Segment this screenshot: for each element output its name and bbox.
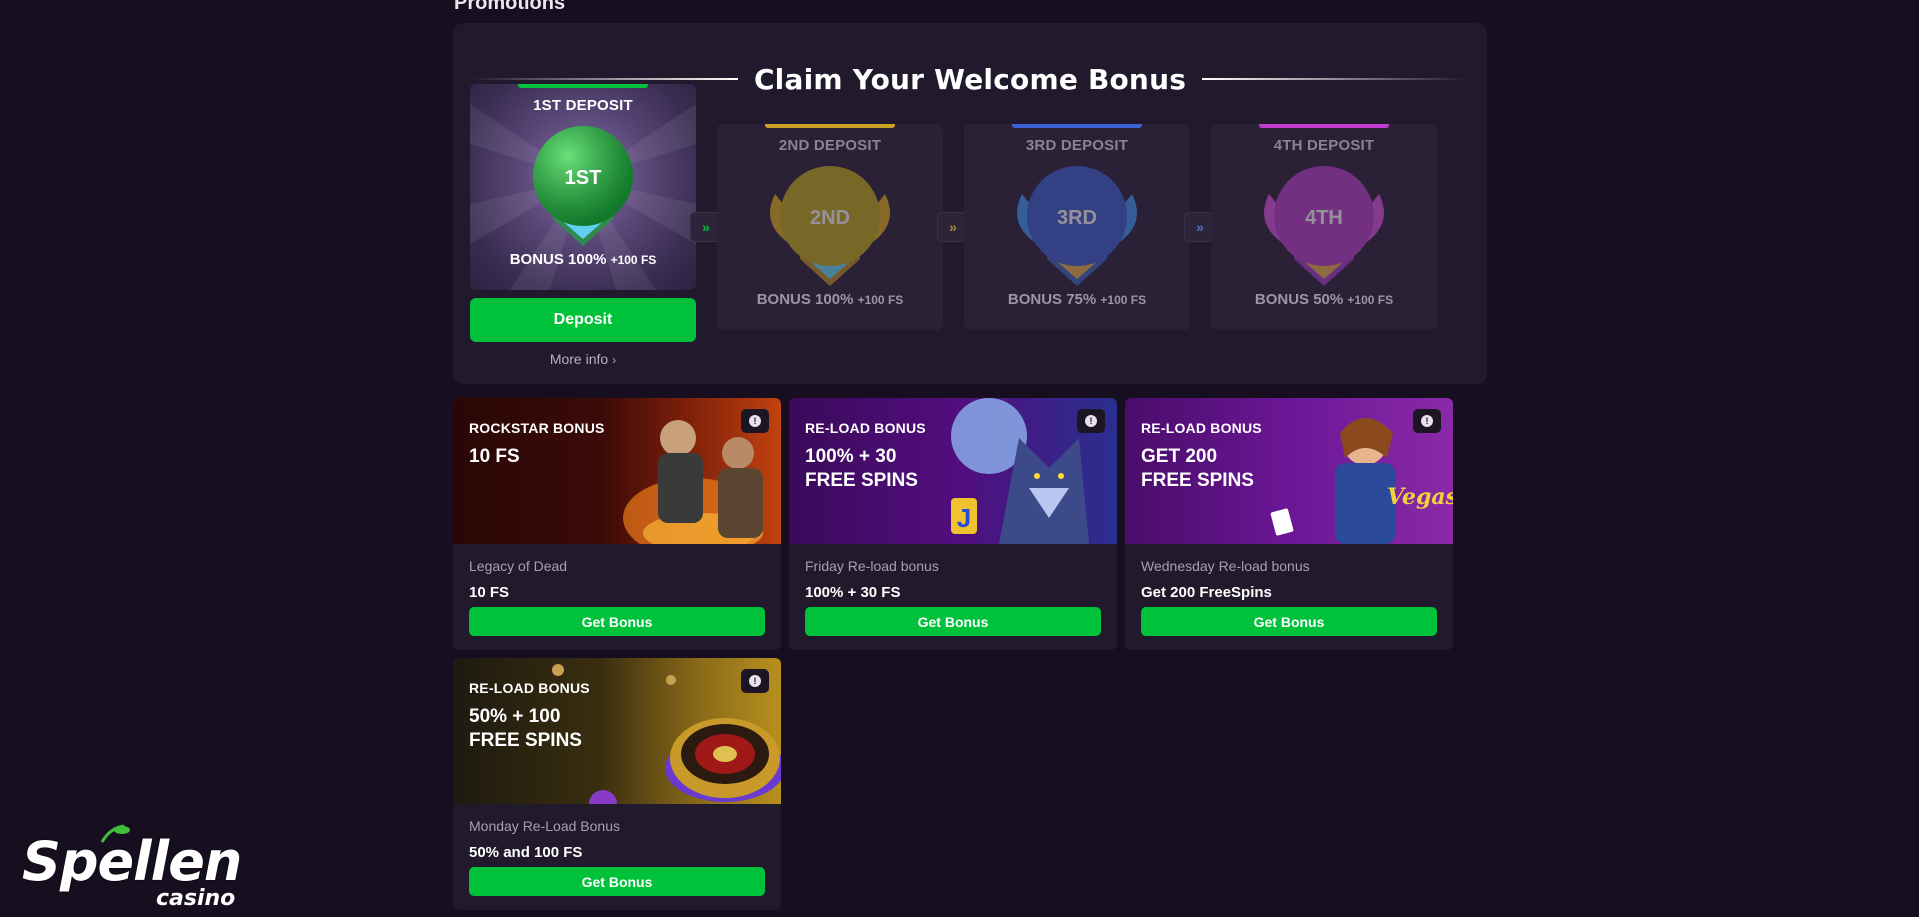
deposit-bonus-text: BONUS 100% +100 FS bbox=[470, 251, 696, 268]
deposit-badge-4th-icon: 4TH bbox=[1264, 166, 1384, 286]
banner-kicker: ROCKSTAR BONUS bbox=[469, 420, 605, 436]
promo-game-name: Legacy of Dead bbox=[469, 558, 568, 574]
promo-amount: 100% + 30 FS bbox=[805, 584, 901, 601]
spellen-casino-logo: Spellen casino bbox=[22, 824, 242, 911]
badge-text: 2ND bbox=[810, 207, 850, 229]
promo-card: J RE-LOAD BONUS 100% + 30 FREE SPINS ! F… bbox=[789, 398, 1117, 650]
badge-text: 3RD bbox=[1057, 207, 1097, 229]
deposit-card-1[interactable]: 1ST DEPOSIT 1ST BONUS 100% +100 FS bbox=[470, 84, 696, 290]
deposit-bonus-text: BONUS 100% +100 FS bbox=[717, 291, 943, 308]
get-bonus-button[interactable]: Get Bonus bbox=[1141, 607, 1437, 636]
deposit-accent-bar bbox=[765, 124, 895, 128]
logo-word: Spellen bbox=[22, 830, 242, 893]
promo-banner-image: J RE-LOAD BONUS 100% + 30 FREE SPINS ! bbox=[789, 398, 1117, 544]
deposit-bonus-text: BONUS 50% +100 FS bbox=[1211, 291, 1437, 308]
info-icon: ! bbox=[1421, 415, 1433, 427]
promo-card: RE-LOAD BONUS 50% + 100 FREE SPINS ! Mon… bbox=[453, 658, 781, 910]
promo-amount: Get 200 FreeSpins bbox=[1141, 584, 1272, 601]
deposit-card-4[interactable]: 4TH DEPOSIT 4TH BONUS 50% +100 FS bbox=[1211, 124, 1437, 330]
get-bonus-button[interactable]: Get Bonus bbox=[469, 607, 765, 636]
deposit-label: 4TH DEPOSIT bbox=[1273, 137, 1375, 154]
bonus-fs: +100 FS bbox=[610, 253, 657, 267]
deposit-button[interactable]: Deposit bbox=[470, 298, 696, 342]
deposit-label: 2ND DEPOSIT bbox=[778, 137, 882, 154]
promo-game-name: Monday Re-Load Bonus bbox=[469, 818, 620, 834]
badge-text: 4TH bbox=[1305, 207, 1343, 229]
deposit-badge-1st-icon: 1ST bbox=[533, 126, 633, 246]
divider-line bbox=[1202, 78, 1470, 80]
deposit-card-2[interactable]: 2ND DEPOSIT 2ND BONUS 100% +100 FS bbox=[717, 124, 943, 330]
banner-headline: 50% + 100 FREE SPINS bbox=[469, 706, 582, 751]
promo-amount: 50% and 100 FS bbox=[469, 844, 583, 861]
promo-card: ROCKSTAR BONUS 10 FS ! Legacy of Dead 10… bbox=[453, 398, 781, 650]
info-button[interactable]: ! bbox=[1413, 409, 1441, 433]
bonus-percent: BONUS 100% bbox=[756, 291, 854, 308]
info-button[interactable]: ! bbox=[1077, 409, 1105, 433]
divider-line bbox=[471, 78, 738, 80]
deposit-badge-3rd-icon: 3RD bbox=[1017, 166, 1137, 286]
deposit-card-3[interactable]: 3RD DEPOSIT 3RD BONUS 75% +100 FS bbox=[964, 124, 1190, 330]
promo-card: Vegas Magic RE-LOAD BONUS GET 200 FREE S… bbox=[1125, 398, 1453, 650]
info-icon: ! bbox=[749, 675, 761, 687]
bonus-percent: BONUS 50% bbox=[1254, 291, 1344, 308]
promo-banner-image: ROCKSTAR BONUS 10 FS ! bbox=[453, 398, 781, 544]
page-title: Promotions bbox=[454, 0, 566, 14]
banner-kicker: RE-LOAD BONUS bbox=[469, 680, 590, 696]
banner-headline: 100% + 30 FREE SPINS bbox=[805, 446, 918, 491]
welcome-title: Claim Your Welcome Bonus bbox=[753, 62, 1187, 96]
deposit-bonus-text: BONUS 75% +100 FS bbox=[964, 291, 1190, 308]
promo-banner-image: Vegas Magic RE-LOAD BONUS GET 200 FREE S… bbox=[1125, 398, 1453, 544]
bonus-percent: BONUS 75% bbox=[1007, 291, 1097, 308]
banner-kicker: RE-LOAD BONUS bbox=[1141, 420, 1262, 436]
info-button[interactable]: ! bbox=[741, 409, 769, 433]
info-button[interactable]: ! bbox=[741, 669, 769, 693]
deposit-label: 3RD DEPOSIT bbox=[1025, 137, 1129, 154]
art-j-letter: J bbox=[957, 503, 971, 533]
info-icon: ! bbox=[749, 415, 761, 427]
more-info-label: More info bbox=[549, 351, 609, 367]
bonus-fs: +100 FS bbox=[1347, 293, 1394, 307]
deposit-accent-bar bbox=[1259, 124, 1389, 128]
more-info-link[interactable]: More info › bbox=[470, 351, 696, 367]
bonus-percent: BONUS 100% bbox=[509, 251, 607, 268]
promo-banner-image: RE-LOAD BONUS 50% + 100 FREE SPINS ! bbox=[453, 658, 781, 804]
deposit-accent-bar bbox=[1012, 124, 1142, 128]
promo-game-name: Wednesday Re-load bonus bbox=[1141, 558, 1310, 574]
promo-amount: 10 FS bbox=[469, 584, 510, 601]
banner-headline: GET 200 FREE SPINS bbox=[1141, 446, 1254, 491]
bonus-fs: +100 FS bbox=[857, 293, 904, 307]
promo-game-name: Friday Re-load bonus bbox=[805, 558, 939, 574]
bonus-fs: +100 FS bbox=[1100, 293, 1147, 307]
banner-kicker: RE-LOAD BONUS bbox=[805, 420, 926, 436]
get-bonus-button[interactable]: Get Bonus bbox=[805, 607, 1101, 636]
deposit-label: 1ST DEPOSIT bbox=[533, 97, 633, 114]
deposit-badge-2nd-icon: 2ND bbox=[770, 166, 890, 286]
chevron-right-icon: › bbox=[612, 353, 617, 367]
logo-sub: casino bbox=[156, 886, 236, 911]
banner-headline: 10 FS bbox=[469, 446, 520, 467]
badge-text: 1ST bbox=[565, 167, 602, 189]
get-bonus-button[interactable]: Get Bonus bbox=[469, 867, 765, 896]
art-vegas-magic-text: Vegas Magic bbox=[1387, 484, 1453, 510]
welcome-bonus-panel: Claim Your Welcome Bonus 1ST DEPOSIT 1ST… bbox=[453, 23, 1487, 384]
info-icon: ! bbox=[1085, 415, 1097, 427]
